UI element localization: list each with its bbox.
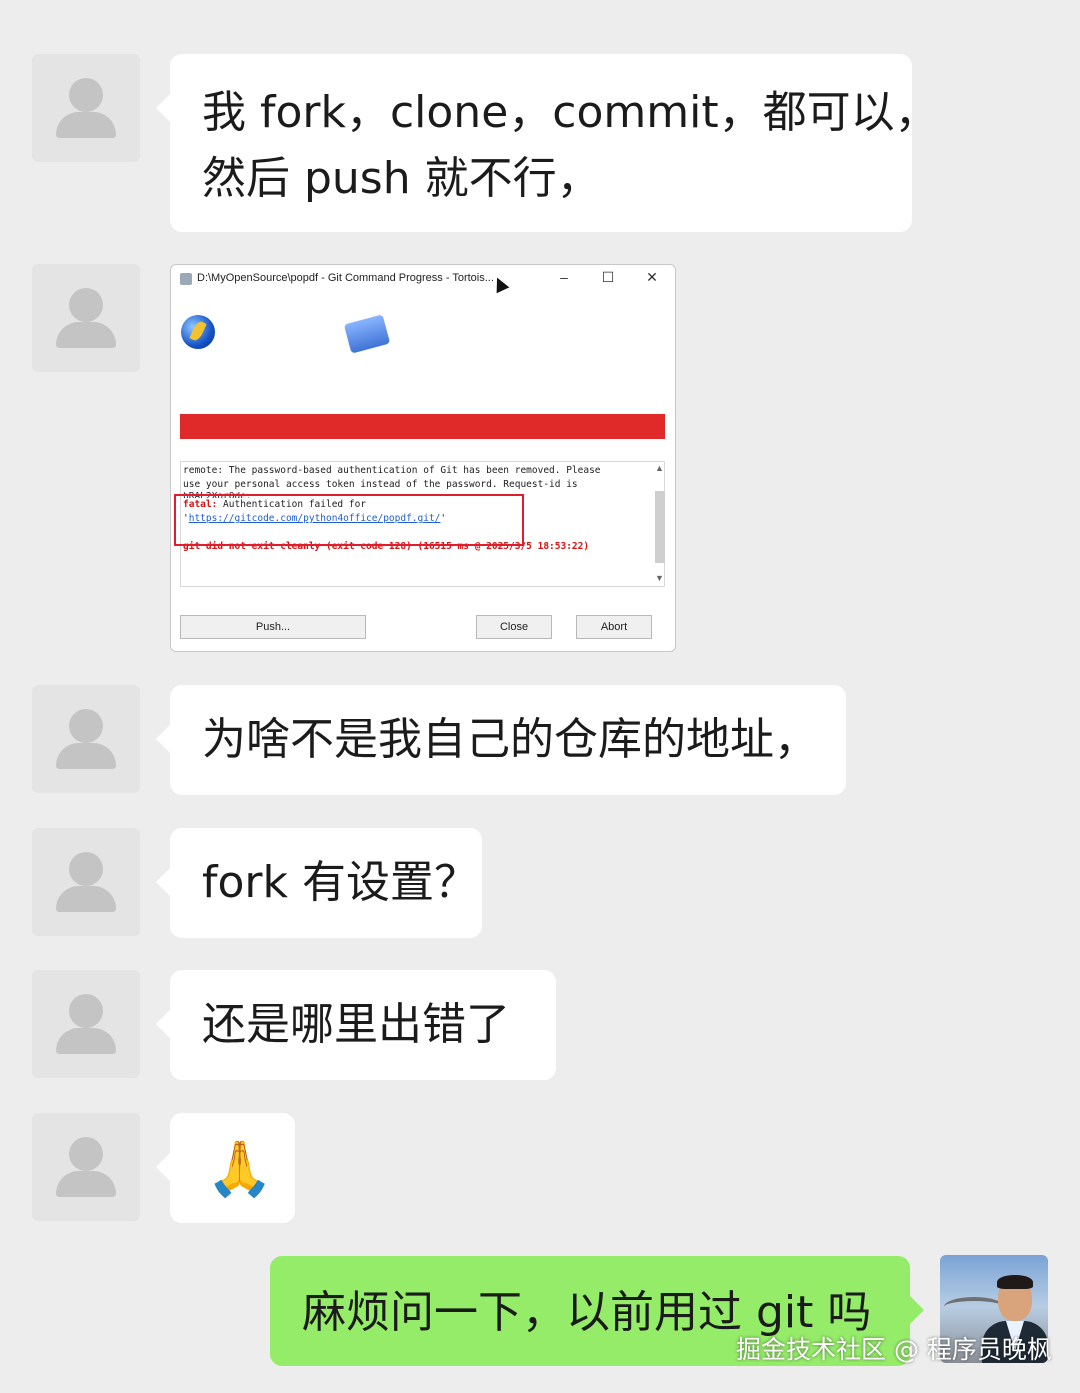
shared-screenshot-image[interactable]: D:\MyOpenSource\popdf - Git Command Prog… (170, 264, 676, 652)
message-bubble[interactable]: 我 fork，clone，commit，都可以， 然后 push 就不行， (156, 54, 939, 232)
contact-avatar[interactable] (32, 264, 140, 372)
watermark: 掘金技术社区 @ 程序员晚枫 (736, 1335, 1052, 1364)
app-icon (180, 273, 192, 285)
contact-avatar[interactable] (32, 54, 140, 162)
message-text: 还是哪里出错了 (202, 999, 510, 1050)
message-text-line: 我 fork，clone，commit，都可以， (202, 87, 939, 138)
message-bubble[interactable]: 还是哪里出错了 (156, 970, 556, 1080)
message-text: fork 有设置？ (202, 857, 478, 908)
window-titlebar: D:\MyOpenSource\popdf - Git Command Prog… (171, 265, 675, 293)
message-text-line: 然后 push 就不行， (202, 153, 601, 204)
progress-bar (180, 414, 665, 439)
scroll-up-icon: ▲ (655, 463, 664, 473)
close-button: Close (476, 615, 552, 639)
pray-emoji-icon: 🙏 (206, 1137, 274, 1200)
abort-button: Abort (576, 615, 652, 639)
window-title: D:\MyOpenSource\popdf - Git Command Prog… (197, 272, 494, 284)
push-button: Push... (180, 615, 366, 639)
message-text: 为啥不是我自己的仓库的地址， (202, 714, 818, 765)
message-bubble[interactable]: fork 有设置？ (156, 828, 482, 938)
folder-icon (343, 314, 391, 354)
maximize-icon: ☐ (601, 269, 615, 285)
close-icon: ✕ (646, 269, 658, 285)
contact-avatar[interactable] (32, 1113, 140, 1221)
log-line: remote: The password-based authenticatio… (183, 465, 601, 476)
highlight-box (174, 494, 524, 546)
message-bubble[interactable]: 为啥不是我自己的仓库的地址， (156, 685, 846, 795)
message-bubble-emoji[interactable]: 🙏 (156, 1113, 295, 1223)
log-line: use your personal access token instead o… (183, 479, 578, 490)
globe-icon (181, 315, 215, 349)
scroll-down-icon: ▼ (655, 573, 664, 583)
contact-avatar[interactable] (32, 828, 140, 936)
log-scrollbar: ▲ ▼ (653, 463, 667, 583)
contact-avatar[interactable] (32, 685, 140, 793)
minimize-icon: – (560, 269, 568, 285)
contact-avatar[interactable] (32, 970, 140, 1078)
